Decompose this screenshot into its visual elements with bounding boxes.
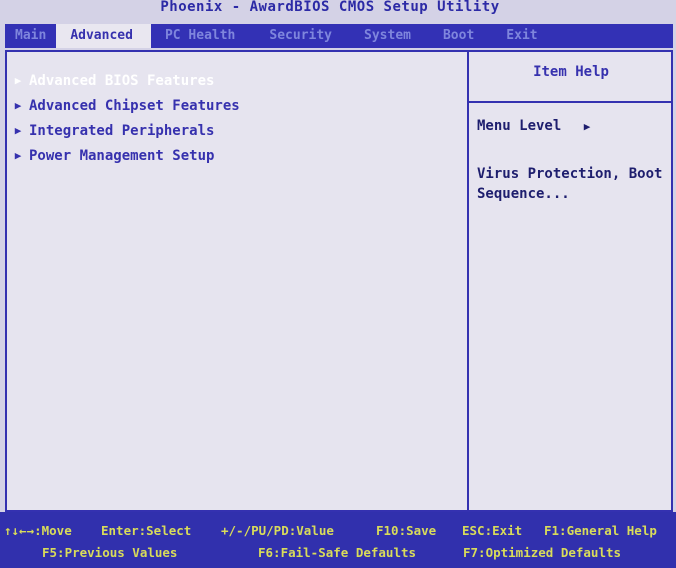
help-description-line-1: Virus Protection, Boot [477,166,663,182]
menu-item-integrated-peripherals[interactable]: ▶ Integrated Peripherals [7,118,240,143]
triangle-right-icon: ▶ [583,120,591,133]
menu-level-label: Menu Level [477,118,562,134]
menu-item-advanced-bios-features[interactable]: ▶ Advanced BIOS Features [7,68,240,93]
tab-main[interactable]: Main [5,24,56,48]
key-optimized-defaults: F7:Optimized Defaults [463,545,622,560]
menu-level-row: Menu Level ▶ [477,118,590,134]
tab-advanced[interactable]: Advanced [56,24,151,48]
key-exit: ESC:Exit [462,523,523,538]
triangle-right-icon: ▶ [14,149,22,162]
key-help-footer: ↑↓←→:Move Enter:Select +/-/PU/PD:Value F… [0,512,676,568]
help-header-divider [469,101,673,103]
key-select: Enter:Select [101,523,192,538]
window-title: Phoenix - AwardBIOS CMOS Setup Utility [160,0,500,15]
triangle-right-icon: ▶ [14,124,22,137]
bios-screen: Phoenix - AwardBIOS CMOS Setup Utility M… [0,0,676,568]
help-panel-title: Item Help [533,64,609,80]
menu-item-label: Integrated Peripherals [29,122,215,139]
triangle-right-icon: ▶ [14,74,22,87]
panel-divider [467,52,469,510]
key-value: +/-/PU/PD:Value [221,523,334,538]
key-general-help: F1:General Help [544,523,657,538]
footer-row-1: ↑↓←→:Move Enter:Select +/-/PU/PD:Value F… [0,520,676,542]
key-fail-safe-defaults: F6:Fail-Safe Defaults [258,545,417,560]
key-previous-values: F5:Previous Values [42,545,178,560]
menubar: Main Advanced PC Health Security System … [5,24,673,48]
footer-row-2: F5:Previous Values F6:Fail-Safe Defaults… [0,542,676,564]
menu-item-advanced-chipset-features[interactable]: ▶ Advanced Chipset Features [7,93,240,118]
submenu-list: ▶ Advanced BIOS Features ▶ Advanced Chip… [7,68,240,168]
tab-system[interactable]: System [342,24,421,48]
menu-item-power-management-setup[interactable]: ▶ Power Management Setup [7,143,240,168]
menu-item-label: Advanced Chipset Features [29,97,240,114]
tab-pc-health[interactable]: PC Health [151,24,245,48]
tab-boot[interactable]: Boot [421,24,484,48]
key-move: ↑↓←→:Move [4,523,72,538]
key-save: F10:Save [376,523,437,538]
menu-item-label: Power Management Setup [29,147,215,164]
main-panel: ▶ Advanced BIOS Features ▶ Advanced Chip… [5,50,673,512]
menu-item-label: Advanced BIOS Features [29,72,215,89]
tab-security[interactable]: Security [245,24,342,48]
triangle-right-icon: ▶ [14,99,22,112]
help-description-line-2: Sequence... [477,186,570,202]
tab-exit[interactable]: Exit [484,24,547,48]
